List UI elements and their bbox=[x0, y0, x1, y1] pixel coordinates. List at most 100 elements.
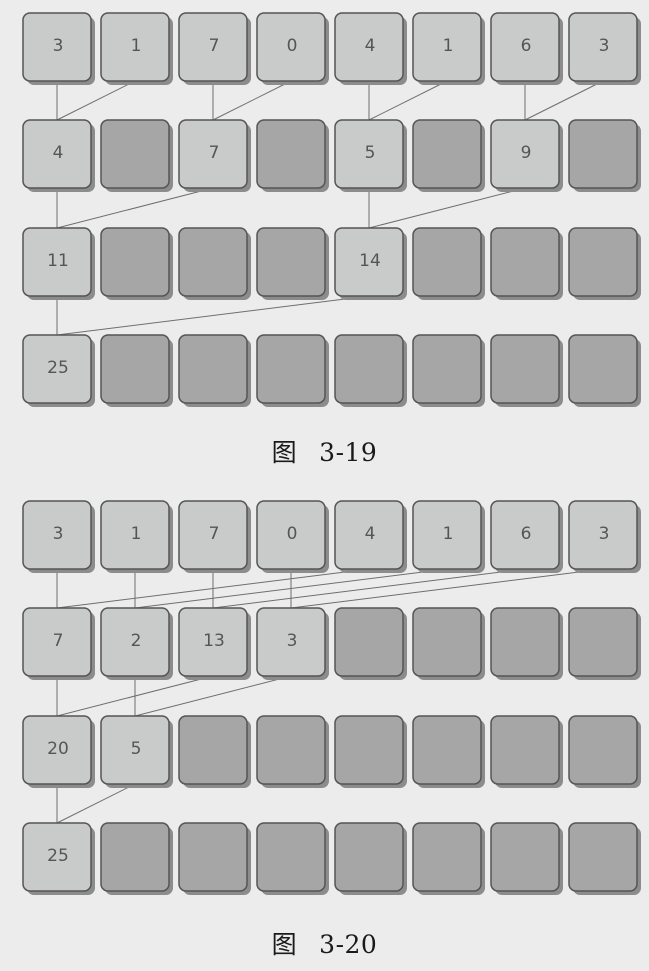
value-cell: 2 bbox=[100, 607, 173, 680]
array-row-0: 3 1 7 0 4 1 6 3 bbox=[22, 500, 641, 573]
array-row-1: 7 2 13 3 bbox=[22, 607, 641, 680]
empty-cell bbox=[256, 822, 329, 895]
cell-value: 13 bbox=[203, 631, 225, 651]
cell-value: 7 bbox=[53, 631, 64, 651]
empty-cell bbox=[334, 715, 407, 788]
cell-value: 3 bbox=[53, 36, 64, 56]
empty-cell bbox=[256, 227, 329, 300]
empty-cell bbox=[568, 119, 641, 192]
cell-value: 5 bbox=[365, 143, 376, 163]
cell-box bbox=[568, 334, 638, 404]
cell-box bbox=[334, 607, 404, 677]
cell-box bbox=[178, 715, 248, 785]
array-row-3: 25 bbox=[22, 822, 641, 895]
cell-value: 1 bbox=[131, 524, 142, 544]
reduction-diagrams: 3 1 7 0 4 1 6 3 4 7 5 9 11 14 25 3 1 7 0 4 1 6 3 7 2 13 3 20 5 25 bbox=[22, 12, 641, 895]
array-row-1: 4 7 5 9 bbox=[22, 119, 641, 192]
cell-box bbox=[490, 607, 560, 677]
connector-line bbox=[212, 80, 292, 121]
cell-box bbox=[568, 119, 638, 189]
cell-value: 0 bbox=[287, 36, 298, 56]
cell-box bbox=[100, 119, 170, 189]
cell-box bbox=[568, 607, 638, 677]
caption-number: 3-19 bbox=[319, 438, 378, 467]
cell-value: 11 bbox=[47, 251, 69, 271]
cell-box bbox=[568, 822, 638, 892]
cell-box bbox=[100, 227, 170, 297]
empty-cell bbox=[490, 334, 563, 407]
caption-number: 3-20 bbox=[319, 930, 378, 959]
cell-box bbox=[568, 227, 638, 297]
empty-cell bbox=[568, 607, 641, 680]
cell-value: 3 bbox=[53, 524, 64, 544]
cell-box bbox=[256, 822, 326, 892]
value-cell: 3 bbox=[568, 12, 641, 85]
value-cell: 20 bbox=[22, 715, 95, 788]
empty-cell bbox=[412, 119, 485, 192]
figure-3-19-caption: 图 3-19 bbox=[0, 433, 649, 469]
cells: 3 1 7 0 4 1 6 3 4 7 5 9 11 14 25 bbox=[22, 12, 641, 407]
cell-value: 1 bbox=[131, 36, 142, 56]
cell-value: 0 bbox=[287, 524, 298, 544]
connector-line bbox=[368, 187, 526, 229]
empty-cell bbox=[256, 119, 329, 192]
value-cell: 1 bbox=[412, 500, 485, 573]
value-cell: 7 bbox=[22, 607, 95, 680]
value-cell: 7 bbox=[178, 500, 251, 573]
figure-3-19-grid: 3 1 7 0 4 1 6 3 4 7 5 9 11 14 25 bbox=[22, 12, 641, 407]
cell-value: 1 bbox=[443, 524, 454, 544]
empty-cell bbox=[412, 334, 485, 407]
connector-line bbox=[56, 80, 136, 121]
cell-box bbox=[490, 822, 560, 892]
figure-page: 3 1 7 0 4 1 6 3 4 7 5 9 11 14 25 3 1 7 0 4 1 6 3 7 2 13 3 20 5 25 图3… bbox=[0, 0, 649, 971]
cell-box bbox=[334, 715, 404, 785]
empty-cell bbox=[334, 822, 407, 895]
empty-cell bbox=[178, 227, 251, 300]
empty-cell bbox=[100, 119, 173, 192]
connector-line bbox=[56, 783, 136, 824]
empty-cell bbox=[568, 715, 641, 788]
connector-line bbox=[368, 80, 448, 121]
cell-box bbox=[412, 607, 482, 677]
value-cell: 5 bbox=[334, 119, 407, 192]
value-cell: 3 bbox=[22, 12, 95, 85]
empty-cell bbox=[412, 715, 485, 788]
empty-cell bbox=[412, 822, 485, 895]
cell-box bbox=[256, 119, 326, 189]
cell-box bbox=[256, 227, 326, 297]
cell-value: 5 bbox=[131, 739, 142, 759]
empty-cell bbox=[256, 334, 329, 407]
value-cell: 1 bbox=[412, 12, 485, 85]
cell-box bbox=[178, 334, 248, 404]
cell-box bbox=[490, 715, 560, 785]
cell-value: 7 bbox=[209, 524, 220, 544]
empty-cell bbox=[100, 227, 173, 300]
value-cell: 25 bbox=[22, 334, 95, 407]
connector-line bbox=[524, 80, 604, 121]
cell-box bbox=[178, 822, 248, 892]
cell-value: 25 bbox=[47, 358, 69, 378]
cell-box bbox=[412, 715, 482, 785]
cell-value: 1 bbox=[443, 36, 454, 56]
empty-cell bbox=[568, 334, 641, 407]
cell-value: 7 bbox=[209, 36, 220, 56]
cell-value: 4 bbox=[365, 524, 376, 544]
cell-value: 25 bbox=[47, 846, 69, 866]
cell-value: 3 bbox=[287, 631, 298, 651]
cell-box bbox=[568, 715, 638, 785]
array-row-3: 25 bbox=[22, 334, 641, 407]
cell-value: 4 bbox=[53, 143, 64, 163]
cell-box bbox=[178, 227, 248, 297]
cell-box bbox=[412, 227, 482, 297]
cell-box bbox=[412, 119, 482, 189]
empty-cell bbox=[412, 227, 485, 300]
cells: 3 1 7 0 4 1 6 3 7 2 13 3 20 5 25 bbox=[22, 500, 641, 895]
value-cell: 13 bbox=[178, 607, 251, 680]
cell-box bbox=[256, 715, 326, 785]
value-cell: 3 bbox=[256, 607, 329, 680]
value-cell: 1 bbox=[100, 500, 173, 573]
value-cell: 25 bbox=[22, 822, 95, 895]
value-cell: 4 bbox=[22, 119, 95, 192]
cell-box bbox=[256, 334, 326, 404]
empty-cell bbox=[334, 607, 407, 680]
